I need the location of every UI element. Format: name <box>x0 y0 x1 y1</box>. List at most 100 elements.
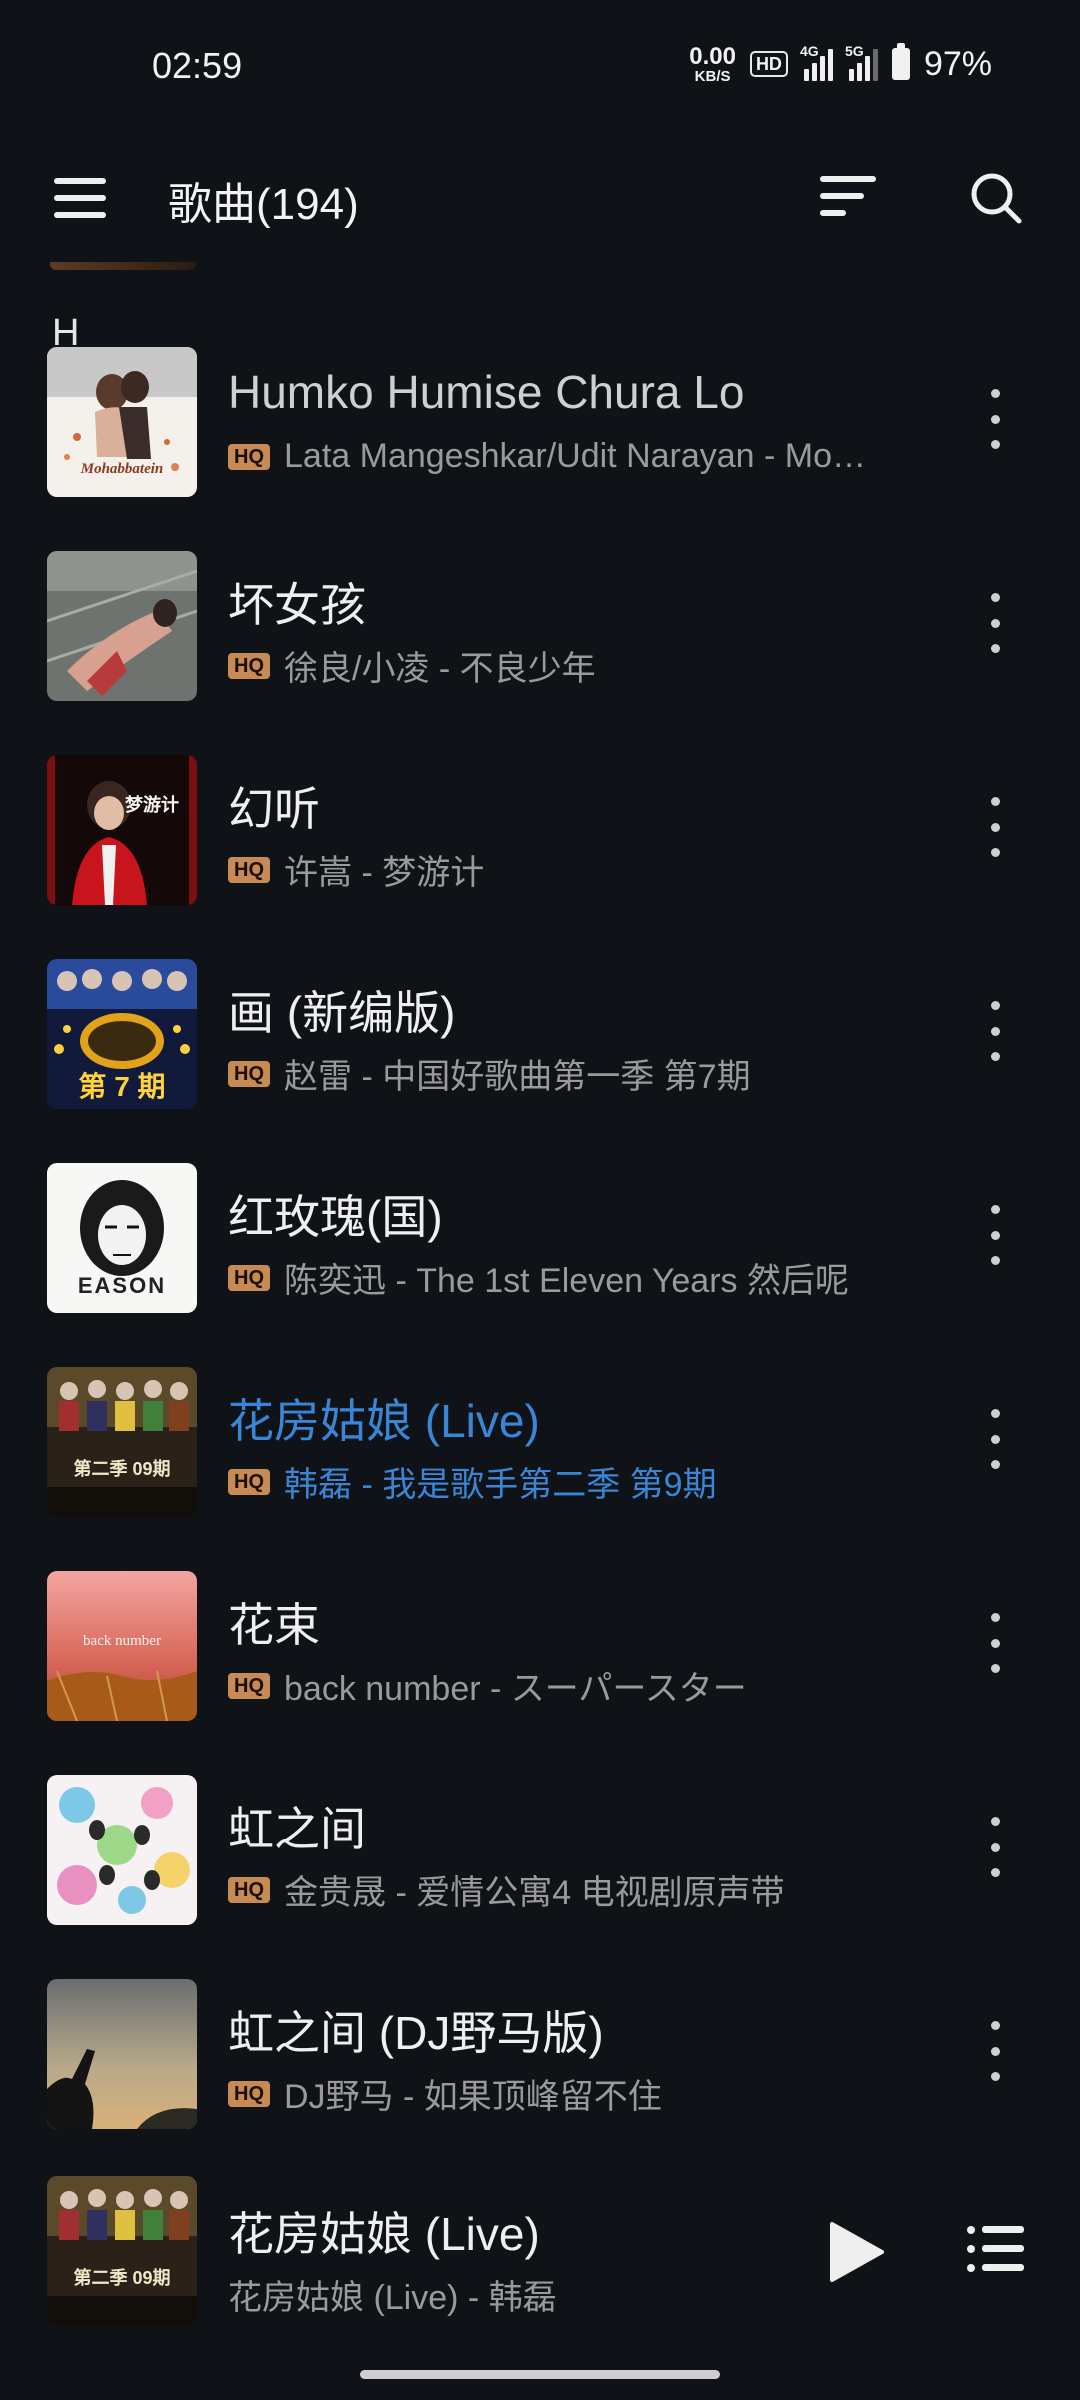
search-button[interactable] <box>968 170 1024 226</box>
song-row[interactable]: 坏女孩 HQ 徐良/小凌 - 不良少年 <box>0 541 1080 741</box>
song-row[interactable]: 第 7 期 画 (新编版) HQ 赵雷 - 中国好歌曲第一季 第7期 <box>0 949 1080 1149</box>
song-artist-album: 徐良/小凌 - 不良少年 <box>284 650 596 688</box>
album-art: Mohabbatein <box>47 347 197 497</box>
album-art: back number <box>47 1571 197 1721</box>
mini-player-title: 花房姑娘 (Live) <box>228 2208 540 2260</box>
signal-5g-label: 5G <box>844 43 864 59</box>
mini-player[interactable]: 第二季 09期 花房姑娘 (Live) 花房姑娘 (Live) - 韩磊 <box>0 2160 1080 2340</box>
playlist-queue-button[interactable] <box>966 2224 1026 2274</box>
play-button[interactable] <box>826 2220 886 2284</box>
status-indicators: 0.00 KB/S HD 4G 5G 97% <box>689 42 992 85</box>
song-subtitle: HQ 徐良/小凌 - 不良少年 <box>228 641 596 690</box>
net-speed: 0.00 KB/S <box>689 42 736 85</box>
hq-badge: HQ <box>228 443 270 470</box>
song-title: Humko Humise Chura Lo <box>228 366 745 418</box>
mini-player-subtitle: 花房姑娘 (Live) - 韩磊 <box>228 2279 557 2317</box>
signal-4g-icon: 4G <box>800 43 833 81</box>
album-art-text: Mohabbatein <box>80 461 164 477</box>
signal-bar <box>856 63 862 81</box>
album-art-text: EASON <box>77 1273 167 1298</box>
signal-bar <box>827 49 833 81</box>
album-art <box>47 1775 197 1925</box>
hd-voice-icon: HD <box>749 51 788 77</box>
more-options-button[interactable] <box>980 1817 1010 1877</box>
song-subtitle: HQ 金贵晟 - 爱情公寓4 电视剧原声带 <box>228 1865 785 1914</box>
net-speed-unit: KB/S <box>694 67 731 85</box>
hq-badge: HQ <box>228 2080 270 2107</box>
song-row-now-playing[interactable]: 第二季 09期 花房姑娘 (Live) HQ 韩磊 - 我是歌手第二季 第9期 <box>0 1357 1080 1557</box>
song-title: 花束 <box>228 1599 320 1651</box>
song-title: 红玫瑰(国) <box>228 1191 443 1243</box>
song-subtitle: HQ DJ野马 - 如果顶峰留不住 <box>228 2069 662 2118</box>
screen: 02:59 0.00 KB/S HD 4G 5G 97% 歌曲(194) H M… <box>0 0 1080 2400</box>
album-art-text: 第二季 09期 <box>73 1459 171 1479</box>
album-art-text: 第 7 期 <box>78 1071 166 1102</box>
song-subtitle: HQ back number - スーパースター <box>228 1661 747 1710</box>
song-row[interactable]: 虹之间 (DJ野马版) HQ DJ野马 - 如果顶峰留不住 <box>0 1969 1080 2152</box>
signal-bar <box>803 69 809 81</box>
more-options-button[interactable] <box>980 1205 1010 1265</box>
album-art: EASON <box>47 1163 197 1313</box>
net-speed-value: 0.00 <box>689 42 736 70</box>
song-title: 虹之间 (DJ野马版) <box>228 2007 604 2059</box>
status-time: 02:59 <box>152 45 243 86</box>
status-bar: 02:59 0.00 KB/S HD 4G 5G 97% <box>0 0 1080 130</box>
album-art-text: 第二季 09期 <box>73 2268 171 2288</box>
song-title: 花房姑娘 (Live) <box>228 1395 540 1447</box>
menu-button[interactable] <box>54 178 114 224</box>
song-row[interactable]: Mohabbatein Humko Humise Chura Lo HQ Lat… <box>0 337 1080 537</box>
song-subtitle: HQ 韩磊 - 我是歌手第二季 第9期 <box>228 1457 717 1506</box>
battery-icon <box>891 43 910 80</box>
more-options-button[interactable] <box>980 797 1010 857</box>
hq-badge: HQ <box>228 1876 270 1903</box>
album-art <box>47 551 197 701</box>
song-row[interactable]: back number 花束 HQ back number - スーパースター <box>0 1561 1080 1761</box>
song-subtitle: HQ 赵雷 - 中国好歌曲第一季 第7期 <box>228 1049 751 1098</box>
song-title: 坏女孩 <box>228 579 366 631</box>
song-row[interactable]: EASON 红玫瑰(国) HQ 陈奕迅 - The 1st Eleven Yea… <box>0 1153 1080 1353</box>
song-artist-album: 韩磊 - 我是歌手第二季 第9期 <box>284 1466 717 1504</box>
playlist-icon <box>967 2226 1024 2272</box>
hq-badge: HQ <box>228 1468 270 1495</box>
hq-badge: HQ <box>228 1672 270 1699</box>
song-subtitle: HQ 陈奕迅 - The 1st Eleven Years 然后呢 <box>228 1253 849 1302</box>
more-options-button[interactable] <box>980 389 1010 449</box>
signal-bar <box>872 49 878 81</box>
song-row[interactable]: 虹之间 HQ 金贵晟 - 爱情公寓4 电视剧原声带 <box>0 1765 1080 1965</box>
more-options-button[interactable] <box>980 2021 1010 2081</box>
song-artist-album: 赵雷 - 中国好歌曲第一季 第7期 <box>284 1058 751 1096</box>
album-art: 第二季 09期 <box>47 1367 197 1517</box>
sort-button[interactable] <box>820 176 880 226</box>
signal-bar <box>848 69 854 81</box>
more-options-button[interactable] <box>980 1613 1010 1673</box>
album-art: 梦游计 <box>47 755 197 905</box>
search-icon <box>971 173 1022 224</box>
more-options-button[interactable] <box>980 1001 1010 1061</box>
signal-bar <box>811 63 817 81</box>
app-header: 歌曲(194) <box>0 140 1080 260</box>
song-artist-album: back number - スーパースター <box>284 1670 747 1708</box>
song-list[interactable]: H Mohabbatein Humko Humise Chura Lo HQ L… <box>0 262 1080 2152</box>
song-artist-album: Lata Mangeshkar/Udit Narayan - Mohabbate… <box>284 437 874 475</box>
more-options-button[interactable] <box>980 1409 1010 1469</box>
sort-icon <box>820 176 880 216</box>
signal-5g-icon: 5G <box>845 43 878 81</box>
album-art-text: back number <box>83 1633 161 1649</box>
signal-bar <box>819 56 825 81</box>
song-subtitle: HQ 许嵩 - 梦游计 <box>228 845 484 894</box>
song-row[interactable]: 梦游计 幻听 HQ 许嵩 - 梦游计 <box>0 745 1080 945</box>
song-artist-album: DJ野马 - 如果顶峰留不住 <box>284 2078 662 2116</box>
play-icon <box>830 2222 884 2282</box>
previous-item-edge <box>50 262 196 270</box>
mini-player-album-art[interactable]: 第二季 09期 <box>47 2176 197 2326</box>
song-artist-album: 金贵晟 - 爱情公寓4 电视剧原声带 <box>284 1874 785 1912</box>
battery-percent: 97% <box>923 44 992 83</box>
page-title: 歌曲(194) <box>168 180 359 229</box>
more-options-button[interactable] <box>980 593 1010 653</box>
song-title: 画 (新编版) <box>228 987 456 1039</box>
signal-4g-label: 4G <box>799 43 819 59</box>
song-artist-album: 许嵩 - 梦游计 <box>284 854 485 892</box>
song-subtitle: HQ Lata Mangeshkar/Udit Narayan - Mohabb… <box>228 437 874 476</box>
home-indicator[interactable] <box>360 2370 720 2379</box>
album-art <box>47 1979 197 2129</box>
